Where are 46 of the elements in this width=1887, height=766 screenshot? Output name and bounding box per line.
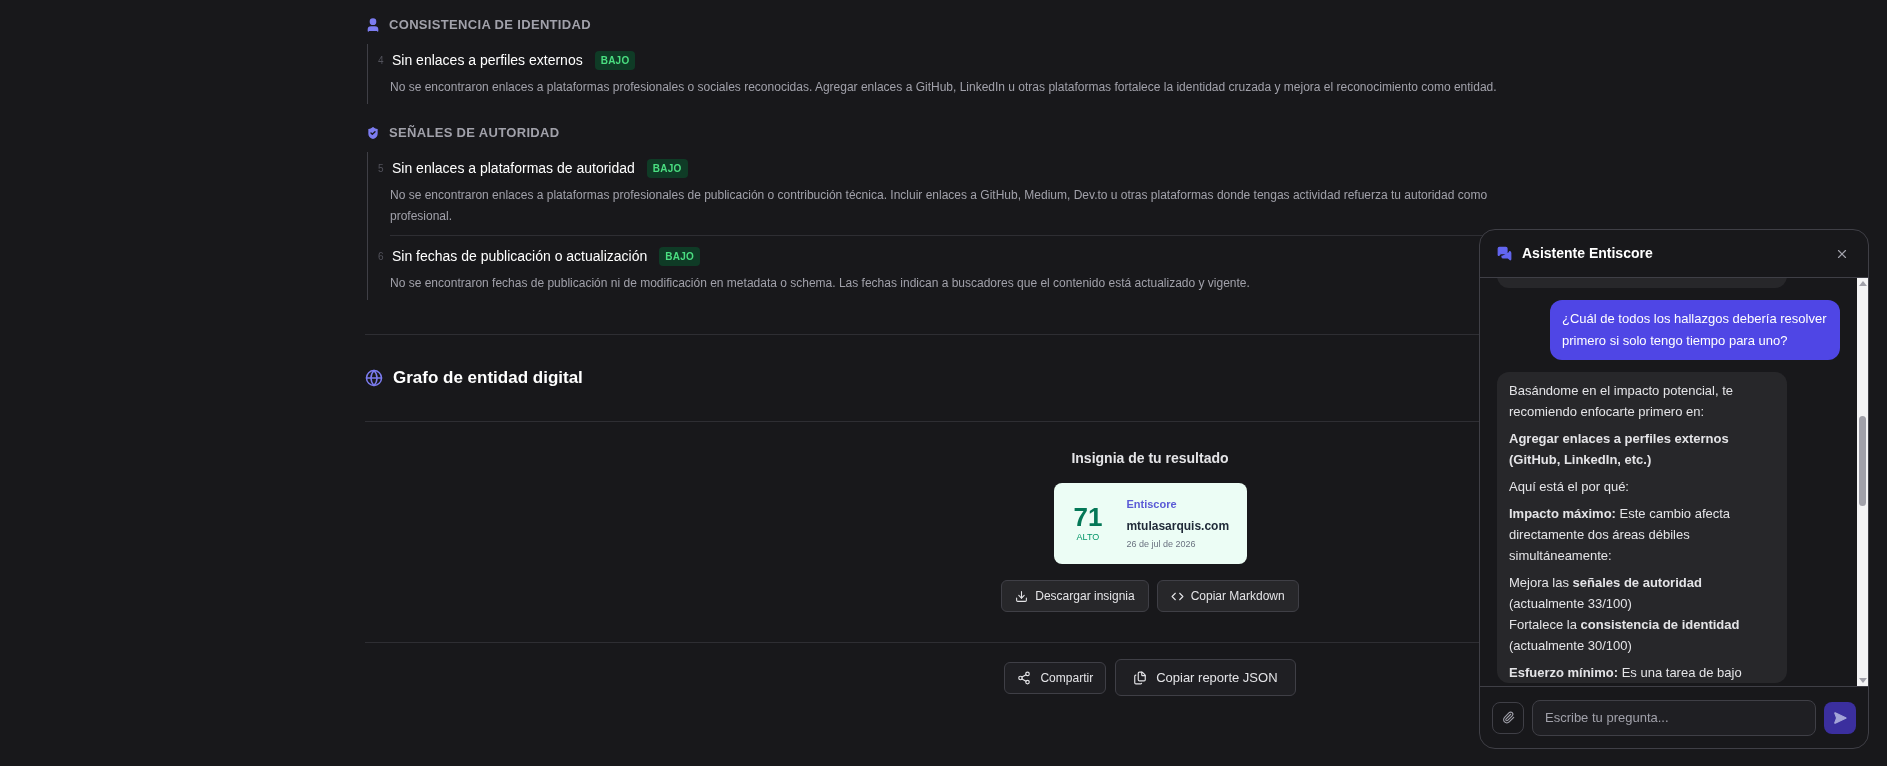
severity-badge: BAJO [594,51,636,70]
brand-name: Entiscore [1126,497,1178,512]
finding-title: Sin fechas de publicación o actualización [392,247,648,266]
section-heading: CONSISTENCIA DE IDENTIDAD [389,16,591,35]
finding-title: Sin enlaces a plataformas de autoridad [392,159,635,178]
finding-description: No se encontraron enlaces a plataformas profesionales o sociales reconocidas. Agregar enlaces a GitHub, LinkedIn u otras plataformas fortalece la identidad cruzada y mejora el reconocimiento como entidad. [390,79,1498,96]
footer-action-button[interactable]: Copiar reporte JSON [1115,659,1296,696]
score-value: 71 [1073,502,1103,531]
paperclip-icon [1501,711,1515,724]
badge-action-button[interactable]: Descargar insignia [1001,580,1149,612]
badge-action-button[interactable]: Copiar Markdown [1156,580,1299,612]
shield-icon [365,125,381,141]
chat-icon [1497,246,1512,261]
finding-number: 5 [378,162,385,176]
severity-badge: BAJO [646,159,688,178]
message-paragraph: Aquí está el por qué: [1509,478,1630,496]
share-icon [1017,670,1032,685]
message-paragraph: Esfuerzo mínimo: Es una tarea de bajo [1509,664,1743,682]
globe-icon [365,369,383,387]
severity-badge: BAJO [659,247,701,266]
finding-description: No se encontraron enlaces a plataformas profesionales de publicación o contribución técnica. Incluir enlaces a GitHub, Medium, Dev.to u otras plataformas donde tengas actividad refuerza tu autoridad como profesional. [390,187,1489,225]
send-icon [1833,710,1847,725]
download-icon [1015,589,1029,603]
finding-title: Sin enlaces a perfiles externos [392,51,583,70]
section-heading: SEÑALES DE AUTORIDAD [389,124,560,143]
badge-heading: Insignia de tu resultado [1071,449,1229,468]
user-icon [365,17,381,33]
chat-title: Asistente Entiscore [1522,244,1653,263]
date-text: 26 de jul de 2026 [1126,537,1197,551]
message-list-item: Mejora las señales de autoridad (actualmente 33/100) [1509,574,1703,613]
finding-description: No se encontraron fechas de publicación ni de modificación en metadata o schema. Las fechas indican a buscadores que el contenido está actualizado y vigente. [390,275,1251,292]
copy-icon [1133,670,1148,685]
message-paragraph: Impacto máximo: Este cambio afecta directamente dos áreas débiles simultáneamente: [1509,505,1732,565]
footer-action-button[interactable]: Compartir [1004,661,1107,694]
domain-text: mtulasarquis.com [1126,517,1230,535]
attach-button[interactable] [1492,701,1524,734]
send-button[interactable] [1824,701,1856,734]
section-title: Grafo de entidad digital [393,367,583,390]
message-paragraph: Basándome en el impacto potencial, te recomiendo enfocarte primero en: [1509,382,1735,421]
score-level: ALTO [1076,530,1100,544]
finding-number: 6 [378,250,385,264]
user-message: ¿Cuál de todos los hallazgos debería resolver primero si solo tengo tiempo para uno? [1550,300,1840,360]
message-paragraph: Agregar enlaces a perfiles externos (GitHub, LinkedIn, etc.) [1509,430,1730,469]
message-list-item: Fortalece la consistencia de identidad (actualmente 30/100) [1509,616,1741,655]
finding-number: 4 [378,54,385,68]
message-input[interactable]: Escribe tu pregunta... [1532,699,1816,736]
